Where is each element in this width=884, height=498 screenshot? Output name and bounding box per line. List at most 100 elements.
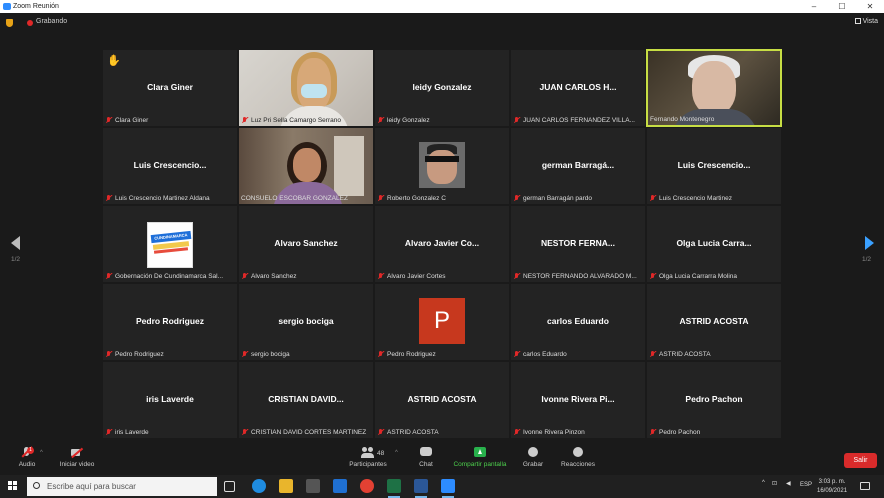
next-page-arrow-icon[interactable] bbox=[862, 236, 876, 250]
close-button[interactable]: ✕ bbox=[856, 0, 884, 13]
participant-label: Roberto Gonzalez C bbox=[377, 195, 507, 202]
edge-browser-icon[interactable] bbox=[252, 479, 266, 493]
participant-name: leidy Gonzalez bbox=[412, 82, 472, 92]
muted-mic-icon bbox=[241, 117, 249, 123]
participant-tile[interactable]: P Pedro Rodriguez bbox=[375, 284, 509, 360]
notifications-icon[interactable] bbox=[860, 482, 870, 490]
windows-start-icon[interactable] bbox=[8, 481, 18, 491]
previous-page-arrow-icon[interactable] bbox=[9, 236, 23, 250]
start-video-button[interactable]: Iniciar video bbox=[50, 447, 104, 468]
participant-video-tile[interactable]: CONSUELO ESCOBAR GONZALEZ bbox=[239, 128, 373, 204]
participant-tile[interactable]: iris Laverde iris Laverde bbox=[103, 362, 237, 438]
participant-label: Luis Crescencio Martinez bbox=[649, 195, 779, 202]
muted-mic-icon bbox=[241, 273, 249, 279]
zoom-logo-icon bbox=[3, 3, 11, 10]
participants-icon bbox=[361, 447, 375, 458]
reactions-button[interactable]: Reacciones bbox=[551, 447, 605, 468]
participant-tile[interactable]: Pedro Rodriguez Pedro Rodriguez bbox=[103, 284, 237, 360]
participant-label: Pedro Rodriguez bbox=[377, 351, 507, 358]
maximize-button[interactable]: ☐ bbox=[828, 0, 856, 13]
network-icon[interactable]: ⊡ bbox=[772, 480, 777, 487]
active-speaker-tile[interactable]: Fernando Montenegro bbox=[646, 49, 782, 127]
participant-tile[interactable]: ✋ Clara Giner Clara Giner bbox=[103, 50, 237, 126]
minimize-button[interactable]: – bbox=[800, 0, 828, 13]
muted-mic-icon bbox=[513, 273, 521, 279]
participants-count: 48 bbox=[377, 450, 385, 457]
task-view-icon[interactable] bbox=[224, 481, 235, 492]
reactions-icon bbox=[571, 447, 585, 458]
security-shield-icon[interactable] bbox=[6, 19, 13, 27]
participant-label: iris Laverde bbox=[105, 429, 235, 436]
participant-label: Alvaro Javier Cortes bbox=[377, 273, 507, 280]
taskbar-search[interactable]: Escribe aquí para buscar bbox=[27, 477, 217, 496]
participant-tile[interactable]: Luis Crescencio... Luis Crescencio Marti… bbox=[103, 128, 237, 204]
excel-icon[interactable] bbox=[387, 479, 401, 498]
participant-name: Pedro Rodriguez bbox=[135, 316, 204, 326]
participant-tile[interactable]: german Barragá... german Barragán pardo bbox=[511, 128, 645, 204]
muted-mic-icon bbox=[649, 351, 657, 357]
muted-mic-icon bbox=[513, 429, 521, 435]
store-icon[interactable] bbox=[306, 479, 320, 493]
participant-name: CRISTIAN DAVID... bbox=[268, 394, 344, 404]
participant-label: Gobernación De Cundinamarca Sal... bbox=[105, 273, 235, 280]
muted-mic-icon bbox=[105, 117, 113, 123]
share-screen-button[interactable]: Compartir pantalla bbox=[452, 447, 508, 468]
view-button[interactable]: Vista bbox=[854, 18, 878, 25]
mail-icon[interactable] bbox=[333, 479, 347, 493]
taskbar-clock[interactable]: 3:03 p. m. 16/09/2021 bbox=[817, 478, 847, 496]
camera-off-icon bbox=[70, 447, 84, 458]
participant-label: CRISTIAN DAVID CORTES MARTINEZ bbox=[241, 429, 371, 436]
participant-tile[interactable]: leidy Gonzalez leidy Gonzalez bbox=[375, 50, 509, 126]
participant-tile[interactable]: ASTRID ACOSTA ASTRID ACOSTA bbox=[647, 284, 781, 360]
muted-mic-icon bbox=[241, 429, 249, 435]
participant-tile[interactable]: Alvaro Javier Co... Alvaro Javier Cortes bbox=[375, 206, 509, 282]
muted-mic-icon bbox=[105, 195, 113, 201]
participant-name: Luis Crescencio... bbox=[677, 160, 751, 170]
participant-tile[interactable]: Ivonne Rivera Pi... Ivonne Rivera Pinzon bbox=[511, 362, 645, 438]
chat-button[interactable]: Chat bbox=[399, 447, 453, 468]
participants-button[interactable]: Participantes bbox=[341, 447, 395, 468]
audio-notification-badge: 1 bbox=[27, 447, 34, 454]
participant-name: Alvaro Sanchez bbox=[274, 238, 338, 248]
participant-tile[interactable]: Roberto Gonzalez C bbox=[375, 128, 509, 204]
participant-label: Olga Lucia Carrarra Molina bbox=[649, 273, 779, 280]
participant-name: carlos Eduardo bbox=[547, 316, 609, 326]
participant-tile[interactable]: JUAN CARLOS H... JUAN CARLOS FERNANDEZ V… bbox=[511, 50, 645, 126]
language-indicator[interactable]: ESP bbox=[800, 482, 812, 488]
participant-tile[interactable]: CUNDINAMARCA Gobernación De Cundinamarca… bbox=[103, 206, 237, 282]
profile-logo: CUNDINAMARCA bbox=[147, 222, 193, 268]
participant-tile[interactable]: sergio bociga sergio bociga bbox=[239, 284, 373, 360]
chrome-browser-icon[interactable] bbox=[360, 479, 374, 493]
participant-tile[interactable]: ASTRID ACOSTA ASTRID ACOSTA bbox=[375, 362, 509, 438]
muted-mic-icon bbox=[513, 195, 521, 201]
muted-mic-icon bbox=[649, 429, 657, 435]
participant-tile[interactable]: CRISTIAN DAVID... CRISTIAN DAVID CORTES … bbox=[239, 362, 373, 438]
leave-button[interactable]: Salir bbox=[844, 453, 877, 468]
participant-tile[interactable]: Alvaro Sanchez Alvaro Sanchez bbox=[239, 206, 373, 282]
file-explorer-icon[interactable] bbox=[279, 479, 293, 493]
participant-label: Clara Giner bbox=[105, 117, 235, 124]
participant-tile[interactable]: carlos Eduardo carlos Eduardo bbox=[511, 284, 645, 360]
tray-chevron-icon[interactable]: ^ bbox=[762, 480, 765, 486]
participant-tile[interactable]: Luis Crescencio... Luis Crescencio Marti… bbox=[647, 128, 781, 204]
participant-name: iris Laverde bbox=[146, 394, 194, 404]
participant-label: german Barragán pardo bbox=[513, 195, 643, 202]
participant-tile[interactable]: Pedro Pachon Pedro Pachon bbox=[647, 362, 781, 438]
zoom-app-icon[interactable] bbox=[441, 479, 455, 498]
participant-label: Pedro Rodriguez bbox=[105, 351, 235, 358]
volume-icon[interactable]: ◀ bbox=[786, 480, 791, 487]
participant-tile[interactable]: Olga Lucia Carra... Olga Lucia Carrarra … bbox=[647, 206, 781, 282]
participants-options-chevron-icon[interactable]: ^ bbox=[395, 450, 398, 456]
share-screen-icon bbox=[473, 447, 487, 458]
muted-mic-icon bbox=[513, 117, 521, 123]
participant-video-tile[interactable]: Luz Pri Sella Camargo Serrano bbox=[239, 50, 373, 126]
participant-label: Ivonne Rivera Pinzon bbox=[513, 429, 643, 436]
participant-label: Luis Crescencio Martinez Aldana bbox=[105, 195, 235, 202]
search-icon bbox=[33, 482, 40, 489]
audio-options-chevron-icon[interactable]: ^ bbox=[40, 450, 43, 456]
avatar: P bbox=[419, 298, 465, 344]
participant-tile[interactable]: NESTOR FERNA... NESTOR FERNANDO ALVARADO… bbox=[511, 206, 645, 282]
view-label: Vista bbox=[862, 18, 878, 25]
participant-name: sergio bociga bbox=[278, 316, 334, 326]
word-icon[interactable] bbox=[414, 479, 428, 498]
